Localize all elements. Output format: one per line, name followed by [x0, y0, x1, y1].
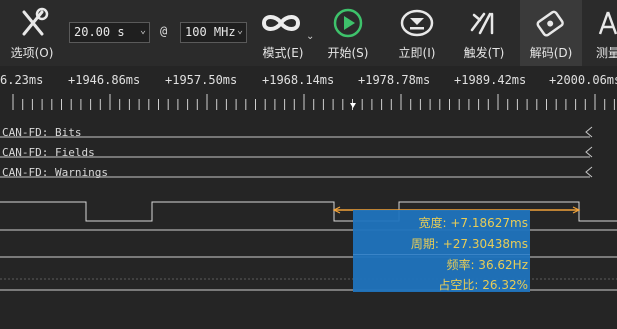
duration-select[interactable]: 20.00 s ⌄: [69, 22, 150, 43]
start-label: 开始(S): [327, 46, 369, 60]
duty-cycle-readout: 占空比: 26.32%: [438, 278, 528, 292]
options-button[interactable]: 选项(O): [4, 0, 60, 66]
arrow-left-icon: [585, 126, 593, 138]
cursor-marker-icon: [350, 103, 356, 108]
period-readout: 周期: +27.30438ms: [410, 237, 528, 251]
options-label: 选项(O): [10, 46, 54, 60]
arrow-left-icon: [585, 166, 593, 178]
measure-icon: [590, 6, 617, 40]
start-button[interactable]: 开始(S): [320, 0, 376, 66]
toolbar: 选项(O) 20.00 s ⌄ @ 100 MHz ⌄ ⌄ 模式(E) 开始(S…: [0, 0, 617, 66]
at-symbol: @: [160, 24, 168, 38]
pulse-width-readout: 宽度: +7.18627ms: [418, 216, 528, 230]
frequency-readout: 频率: 36.62Hz: [446, 258, 528, 272]
play-icon: [320, 6, 376, 40]
measure-label: 测量: [596, 46, 617, 60]
instant-label: 立即(I): [398, 46, 436, 60]
trigger-button[interactable]: 触发(T): [456, 0, 512, 66]
chevron-down-icon: ⌄: [236, 25, 243, 36]
measure-button[interactable]: 测量: [590, 0, 617, 66]
mode-label: 模式(E): [262, 46, 304, 60]
sample-rate-select[interactable]: 100 MHz ⌄: [180, 22, 247, 43]
decode-button[interactable]: 解码(D): [520, 0, 582, 66]
svg-text:⌄: ⌄: [306, 31, 314, 40]
decode-label: 解码(D): [529, 46, 573, 60]
trigger-label: 触发(T): [463, 46, 505, 60]
mode-button[interactable]: ⌄ 模式(E): [252, 0, 314, 66]
duration-value: 20.00 s: [74, 25, 125, 39]
arrow-left-icon: [585, 146, 593, 158]
tools-icon: [4, 6, 60, 40]
sample-rate-value: 100 MHz: [185, 25, 236, 39]
time-ruler[interactable]: 6.23ms +1946.86ms +1957.50ms +1968.14ms …: [0, 66, 617, 118]
trigger-icon: [456, 6, 512, 40]
chevron-down-icon: ⌄: [139, 25, 146, 36]
measurement-panel: 宽度: +7.18627ms 周期: +27.30438ms 频率: 36.62…: [353, 210, 530, 292]
instant-capture-icon: [389, 6, 445, 40]
measure-divider: [353, 254, 530, 255]
decode-icon: [520, 6, 582, 40]
infinity-icon: ⌄: [252, 6, 314, 42]
instant-button[interactable]: 立即(I): [389, 0, 445, 66]
ruler-ticks: [12, 94, 615, 110]
